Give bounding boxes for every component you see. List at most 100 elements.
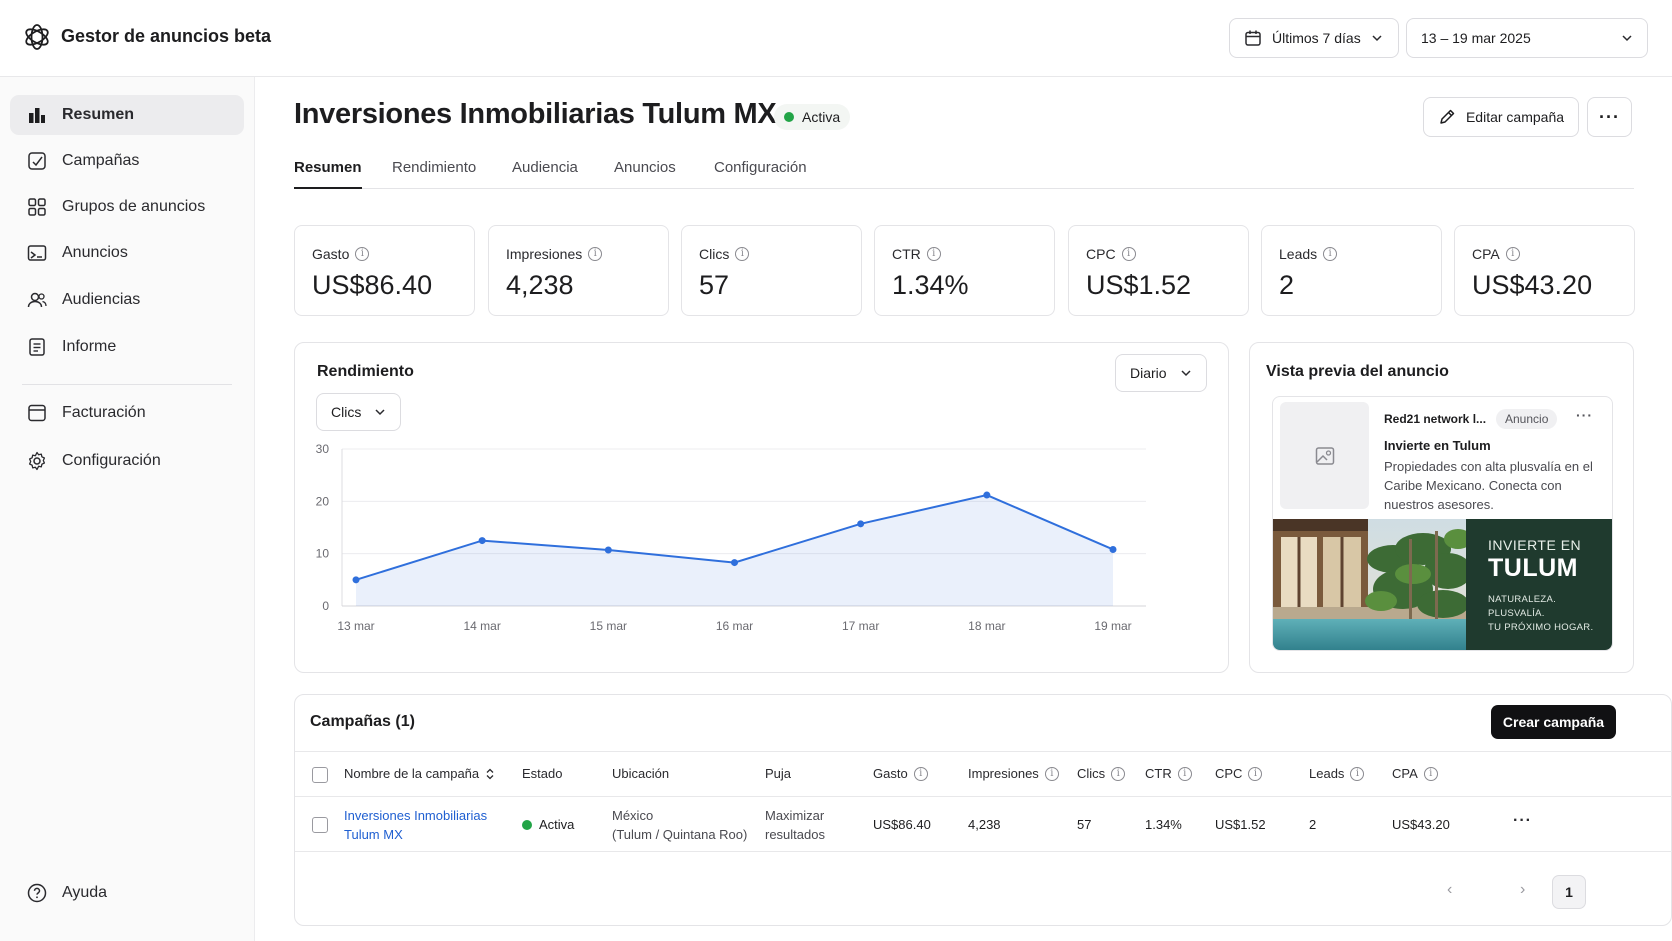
y-tick-label: 0 (322, 599, 329, 613)
kpi-label-text: CPC (1086, 246, 1116, 262)
app-logo-icon[interactable] (22, 22, 52, 52)
info-icon[interactable]: i (1350, 766, 1365, 781)
info-icon[interactable]: i (1323, 247, 1338, 261)
info-icon[interactable]: i (1505, 247, 1520, 261)
sidebar-item-label: Campañas (62, 152, 140, 169)
create-campaign-button[interactable]: Crear campaña (1491, 705, 1616, 739)
kpi-label: Leads i (1279, 246, 1338, 262)
column-header-label: Nombre de la campaña (344, 766, 480, 781)
ad-preview-card: Vista previa del anuncio Red21 network l… (1249, 342, 1634, 673)
sidebar-item-configuracion[interactable]: Configuración (10, 441, 244, 481)
row-status: Activa (522, 815, 574, 834)
row-location-line2: (Tulum / Quintana Roo) (612, 827, 748, 842)
kpi-value: 57 (699, 270, 730, 300)
kpi-label: CTR i (892, 246, 941, 262)
performance-chart: 0 10 20 30 13 mar 14 mar 15 mar 16 mar 17 mar 18 … (316, 442, 1146, 633)
column-header-label: CPC (1215, 766, 1243, 781)
kpi-label-text: Impresiones (506, 246, 583, 262)
sidebar-item-label: Facturación (62, 404, 146, 421)
column-header-clics: Clics i (1077, 766, 1126, 781)
sidebar-item-grupos[interactable]: Grupos de anuncios (10, 187, 244, 227)
row-checkbox[interactable] (312, 817, 328, 833)
ad-more-icon[interactable]: ··· (1576, 407, 1593, 423)
sidebar-item-label: Informe (62, 338, 117, 355)
kpi-card-cpc: CPC i US$1.52 (1068, 225, 1249, 316)
pagination-prev-icon[interactable]: ‹ (1447, 881, 1452, 899)
info-icon[interactable]: i (355, 247, 370, 261)
image-placeholder-icon (1315, 446, 1334, 465)
row-clicks: 57 (1077, 817, 1092, 832)
data-point (857, 520, 865, 528)
column-header-puja: Puja (765, 766, 792, 781)
sidebar-item-label: Anuncios (62, 244, 128, 261)
column-header-label: CPA (1392, 766, 1418, 781)
tab-rendimiento[interactable]: Rendimiento (392, 159, 476, 189)
sidebar-item-anuncios[interactable]: Anuncios (10, 233, 244, 273)
sidebar-item-audiencias[interactable]: Audiencias (10, 280, 244, 320)
sidebar-item-campanas[interactable]: Campañas (10, 141, 244, 181)
edit-campaign-button[interactable]: Editar campaña (1423, 97, 1579, 137)
ad-thumbnail (1280, 402, 1369, 509)
select-all-checkbox[interactable] (312, 767, 328, 783)
x-tick-label: 16 mar (716, 619, 753, 633)
column-header-nombre[interactable]: Nombre de la campaña (344, 766, 495, 781)
column-header-gasto: Gasto i (873, 766, 928, 781)
y-tick-label: 30 (316, 442, 330, 456)
pagination-next-icon[interactable]: › (1520, 881, 1525, 899)
info-icon[interactable]: i (1177, 766, 1192, 781)
pagination-current-page[interactable]: 1 (1552, 875, 1586, 909)
sidebar-item-facturacion[interactable]: Facturación (10, 393, 244, 433)
tab-anuncios[interactable]: Anuncios (614, 159, 676, 189)
campaign-name-link[interactable]: Inversiones Inmobiliarias Tulum MX (344, 806, 487, 844)
x-tick-label: 18 mar (968, 619, 1005, 633)
ad-overlay: INVIERTE EN TULUM NATURALEZA. PLUSVALÍA.… (1466, 519, 1612, 650)
row-more-icon[interactable]: ··· (1513, 811, 1532, 830)
info-icon[interactable]: i (1248, 766, 1263, 781)
info-icon[interactable]: i (1121, 247, 1136, 261)
column-header-label: Clics (1077, 766, 1106, 781)
help-link[interactable]: Ayuda (10, 873, 244, 913)
sidebar-item-label: Resumen (62, 106, 135, 123)
data-point (983, 491, 991, 499)
kpi-card-leads: Leads i 2 (1261, 225, 1442, 316)
row-leads: 2 (1309, 817, 1317, 832)
info-icon[interactable]: i (1111, 766, 1126, 781)
tab-configuracion[interactable]: Configuración (714, 159, 807, 189)
ad-overlay-line2: TULUM (1488, 554, 1578, 582)
x-tick-label: 14 mar (463, 619, 500, 633)
tab-resumen[interactable]: Resumen (294, 159, 362, 189)
chevron-down-icon (1622, 35, 1632, 42)
data-point (478, 537, 486, 545)
ad-overlay-line1: INVIERTE EN (1488, 537, 1582, 553)
row-ctr: 1.34% (1145, 817, 1182, 832)
info-icon[interactable]: i (1423, 766, 1438, 781)
tab-audiencia[interactable]: Audiencia (512, 159, 578, 189)
ad-preview[interactable]: Red21 network l... Anuncio ··· Invierte … (1272, 396, 1613, 651)
column-header-cpa: CPA i (1392, 766, 1438, 781)
info-icon[interactable]: i (926, 247, 941, 261)
column-header-ubicacion: Ubicación (612, 766, 670, 781)
sidebar-item-resumen[interactable]: Resumen (10, 95, 244, 135)
info-icon[interactable]: i (1044, 766, 1059, 781)
ad-page-name: Red21 network l... (1384, 412, 1487, 426)
row-location-line1: México (612, 808, 654, 823)
kpi-label-text: Clics (699, 246, 730, 262)
data-point (352, 576, 360, 584)
date-range-label: Últimos 7 días (1272, 30, 1361, 46)
kpi-card-ctr: CTR i 1.34% (874, 225, 1055, 316)
sidebar-item-informe[interactable]: Informe (10, 327, 244, 367)
row-bid-line1: Maximizar (765, 808, 825, 823)
date-range-dropdown[interactable]: Últimos 7 días (1229, 18, 1399, 58)
ad-overlay-line5: TU PRÓXIMO HOGAR. (1488, 622, 1594, 633)
date-picker-dropdown[interactable]: 13 – 19 mar 2025 (1406, 18, 1648, 58)
kpi-label-text: Gasto (312, 246, 350, 262)
kpi-value: US$1.52 (1086, 270, 1192, 300)
kpi-label-text: CPA (1472, 246, 1500, 262)
chevron-down-icon (1372, 35, 1382, 42)
top-bar: Gestor de anuncios beta Últimos 7 días 1… (0, 0, 1672, 77)
info-icon[interactable]: i (588, 247, 603, 261)
info-icon[interactable]: i (913, 766, 928, 781)
info-icon[interactable]: i (735, 247, 750, 261)
document-icon (29, 338, 45, 356)
more-options-button[interactable]: ··· (1587, 97, 1632, 137)
